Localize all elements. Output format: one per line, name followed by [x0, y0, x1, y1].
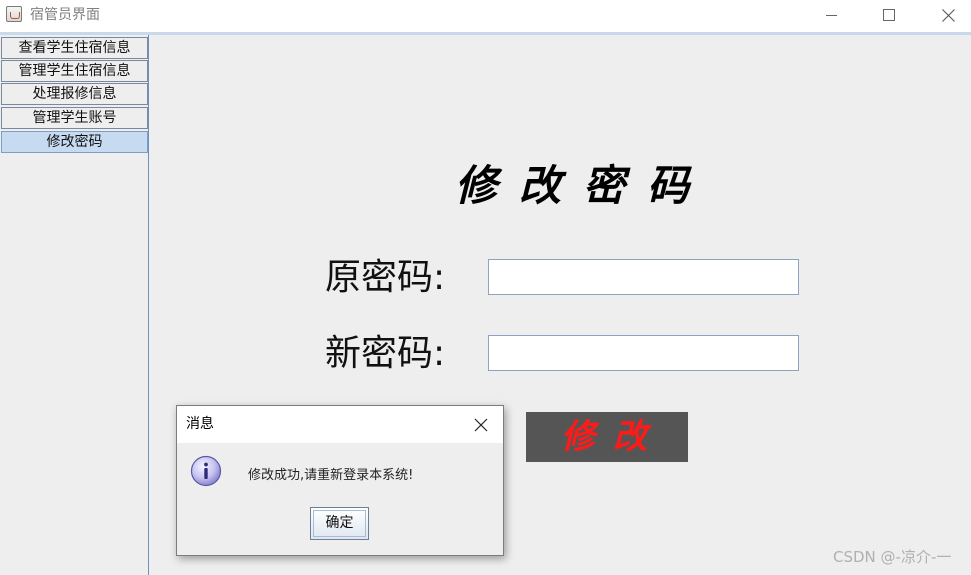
- dialog-message: 修改成功,请重新登录本系统!: [248, 468, 414, 483]
- old-password-input[interactable]: [488, 259, 799, 295]
- dialog-title-bar: 消息: [177, 406, 503, 443]
- sidebar-item-change-password[interactable]: 修改密码: [1, 131, 148, 153]
- close-button[interactable]: [925, 0, 971, 30]
- window-title: 宿管员界面: [30, 7, 100, 23]
- watermark: CSDN @-凉介-一: [833, 548, 952, 566]
- new-password-label: 新密码:: [325, 333, 446, 374]
- title-bar: 宿管员界面: [0, 0, 971, 32]
- java-app-icon: [6, 6, 22, 22]
- sidebar: 查看学生住宿信息 管理学生住宿信息 处理报修信息 管理学生账号 修改密码: [0, 35, 149, 575]
- sidebar-item-manage-student-housing[interactable]: 管理学生住宿信息: [1, 60, 148, 82]
- old-password-label: 原密码:: [325, 257, 446, 298]
- sidebar-item-repair-requests[interactable]: 处理报修信息: [1, 83, 148, 105]
- dialog-close-button[interactable]: [467, 412, 495, 438]
- close-icon: [941, 8, 955, 22]
- close-icon: [474, 418, 488, 432]
- info-icon: [190, 455, 222, 487]
- sidebar-item-student-accounts[interactable]: 管理学生账号: [1, 107, 148, 129]
- minimize-button[interactable]: [808, 0, 854, 30]
- message-dialog: 消息 修改成功,请重新登录本系统! 确定: [176, 405, 504, 556]
- sidebar-item-view-student-housing[interactable]: 查看学生住宿信息: [1, 37, 148, 59]
- minimize-icon: [825, 14, 837, 16]
- new-password-input[interactable]: [488, 335, 799, 371]
- app-window: 宿管员界面 查看学生住宿信息 管理学生住宿信息 处理报修信息 管理学生账号 修改…: [0, 0, 971, 575]
- page-title: 修改密码: [455, 161, 712, 210]
- maximize-button[interactable]: [866, 0, 912, 30]
- dialog-ok-button[interactable]: 确定: [310, 507, 369, 540]
- dialog-title: 消息: [186, 416, 214, 432]
- maximize-icon: [883, 9, 895, 21]
- modify-button[interactable]: 修改: [526, 412, 688, 462]
